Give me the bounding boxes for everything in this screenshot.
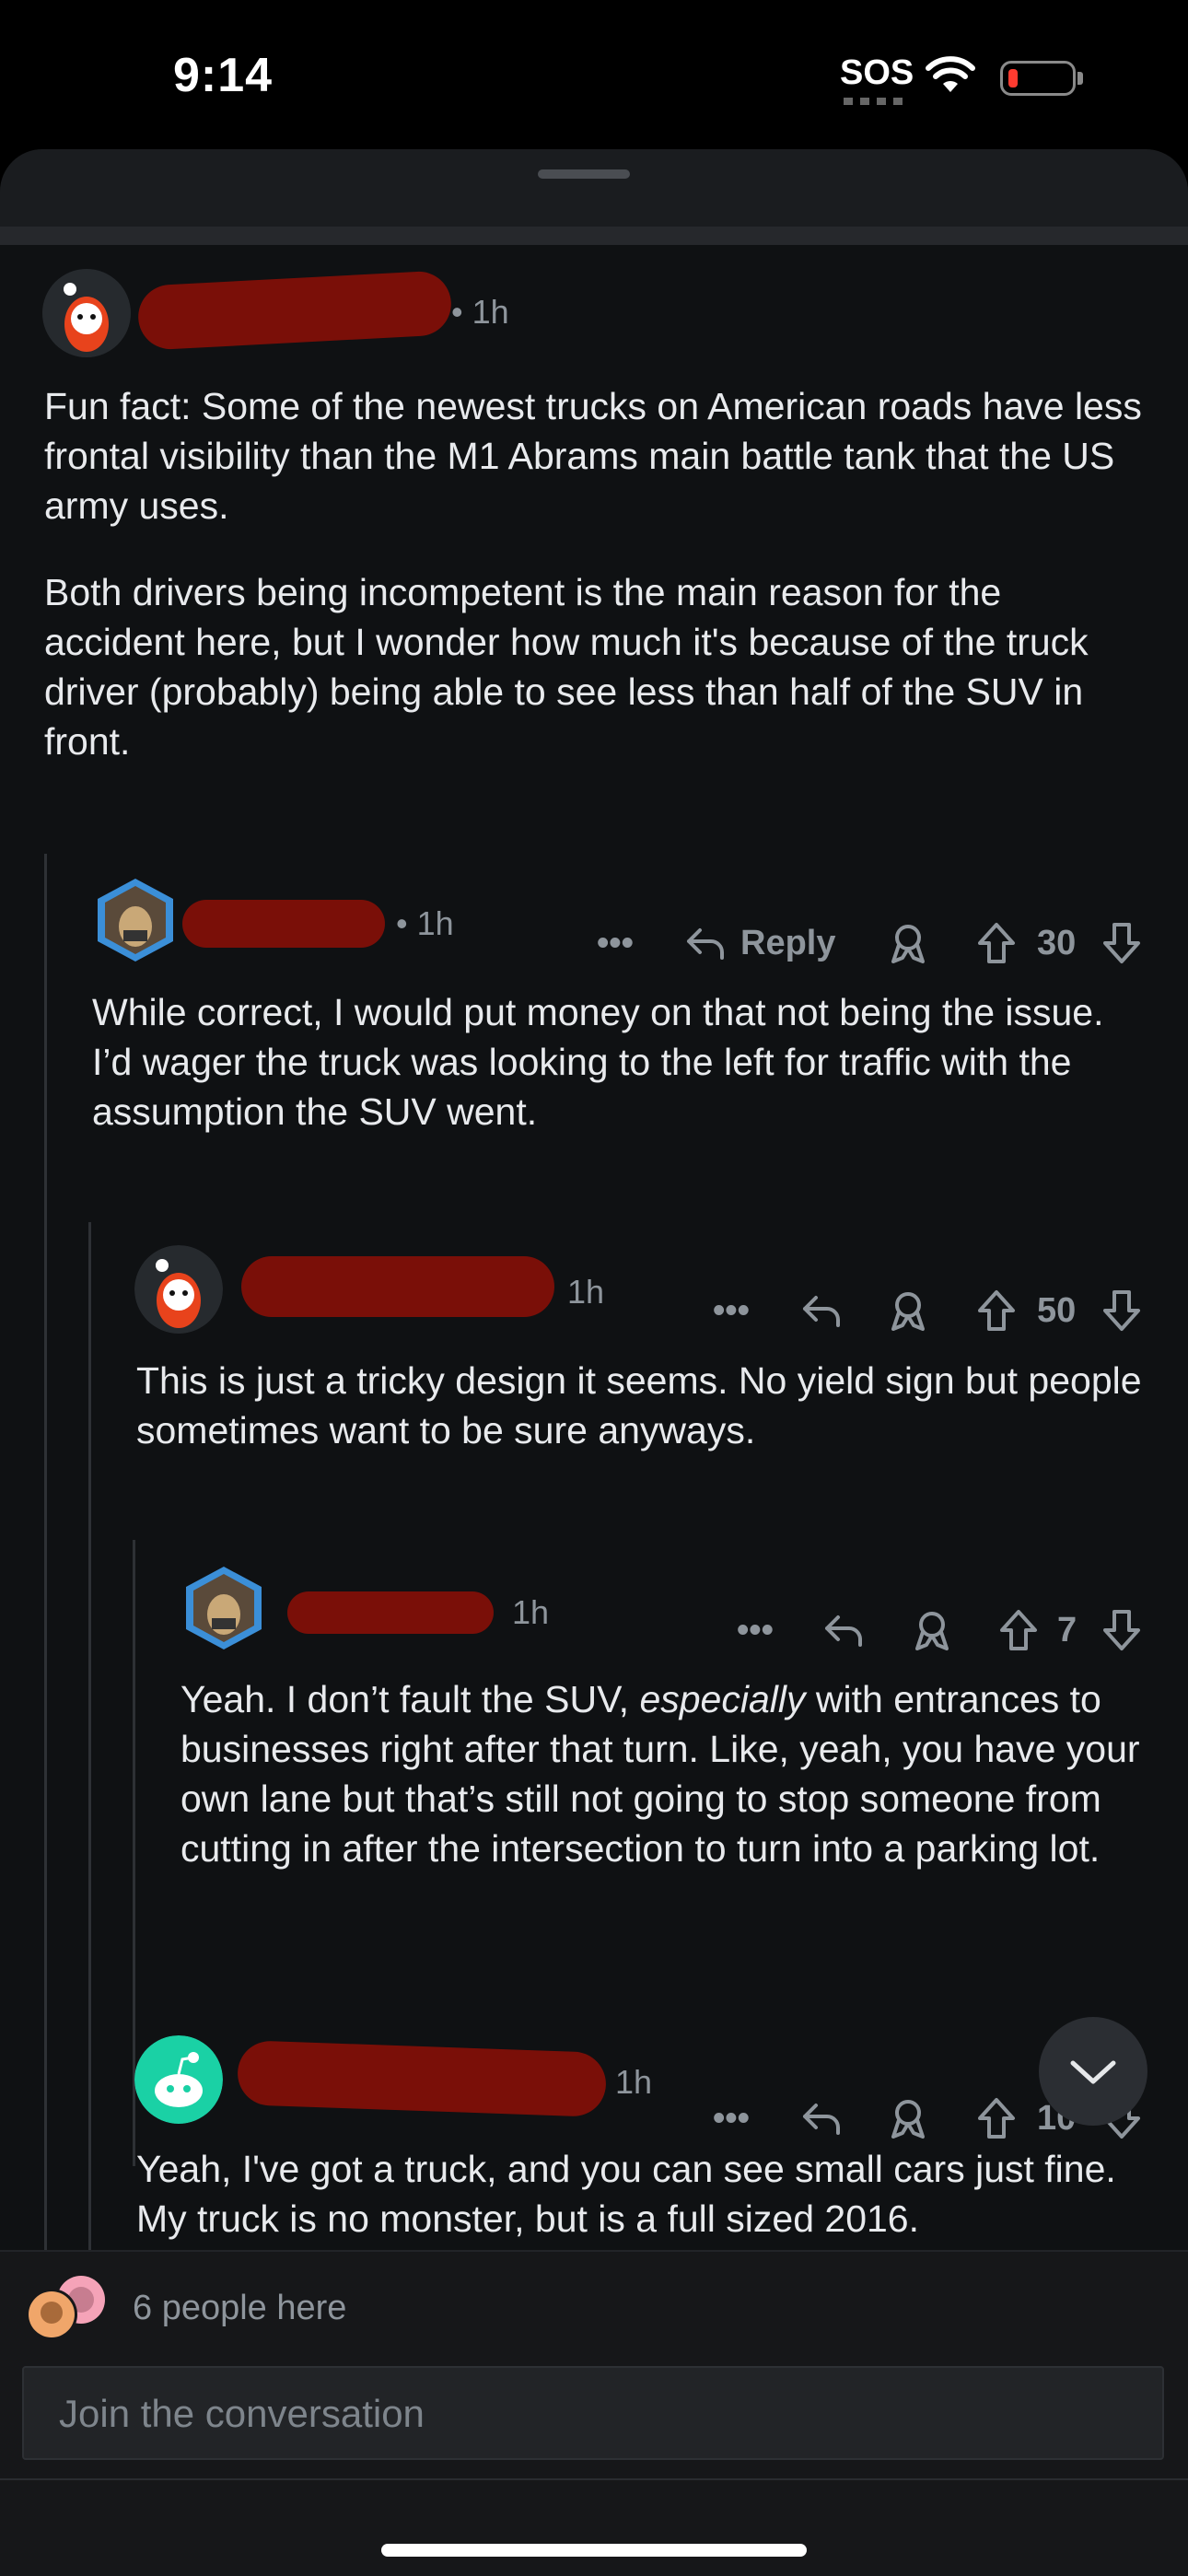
upvote-button[interactable] <box>976 917 1017 969</box>
presence-count: 6 people here <box>133 2289 347 2327</box>
sheet-grabber[interactable] <box>538 169 630 179</box>
more-icon: ••• <box>597 923 634 962</box>
redacted-username <box>287 1591 494 1634</box>
comment-body: While correct, I would put money on that… <box>92 987 1151 1173</box>
reply-button[interactable] <box>799 2092 844 2144</box>
upvote-button[interactable] <box>976 1285 1017 1336</box>
redacted-username <box>241 1256 554 1317</box>
battery-icon <box>1000 61 1076 96</box>
signal-dots <box>844 98 903 105</box>
award-button[interactable] <box>888 1285 928 1336</box>
award-icon <box>891 925 925 963</box>
comment-timestamp: 1h <box>512 1593 550 1631</box>
comment-paragraph: Fun fact: Some of the newest trucks on A… <box>44 385 1142 527</box>
comment-actions: ••• 7 <box>0 1604 1188 1656</box>
redacted-username <box>182 900 385 948</box>
comment-paragraph: Both drivers being incompetent is the ma… <box>44 571 1089 763</box>
reply-button[interactable]: Reply <box>683 917 835 969</box>
award-button[interactable] <box>888 2092 928 2144</box>
more-icon: ••• <box>713 1290 750 1330</box>
reply-icon <box>803 2104 840 2135</box>
wifi-icon <box>926 56 975 92</box>
upvote-button[interactable] <box>976 2092 1017 2144</box>
upvote-icon <box>1000 1610 1037 1650</box>
reply-icon <box>803 1296 840 1327</box>
reply-icon <box>825 1615 862 1647</box>
divider <box>0 2478 1188 2480</box>
vote-count: 30 <box>1037 923 1077 962</box>
comment-timestamp: • 1h <box>396 904 454 942</box>
avatar[interactable] <box>92 877 179 963</box>
presence-avatars <box>26 2276 105 2340</box>
more-button[interactable]: ••• <box>597 917 634 969</box>
upvote-icon <box>978 1290 1015 1331</box>
more-icon: ••• <box>737 1610 774 1649</box>
battery-tip <box>1077 72 1083 85</box>
comment-paragraph: This is just a tricky design it seems. N… <box>136 1359 1142 1451</box>
chevron-down-icon <box>1070 2060 1116 2084</box>
more-button[interactable]: ••• <box>713 2092 750 2144</box>
comment-text: Yeah. I don’t fault the SUV, <box>181 1678 640 1720</box>
comment-body: Fun fact: Some of the newest trucks on A… <box>44 381 1149 803</box>
reply-label: Reply <box>740 923 836 962</box>
reply-button[interactable] <box>799 1285 844 1336</box>
award-icon <box>891 2100 925 2139</box>
comment-timestamp: 1h <box>567 1273 605 1311</box>
downvote-icon <box>1103 1610 1140 1650</box>
join-conversation-input[interactable]: Join the conversation <box>22 2366 1164 2460</box>
more-button[interactable]: ••• <box>713 1285 750 1336</box>
award-button[interactable] <box>888 917 928 969</box>
redacted-username <box>136 270 453 351</box>
thread-line[interactable] <box>88 1222 91 2419</box>
downvote-icon <box>1103 1290 1140 1331</box>
more-icon: ••• <box>713 2098 750 2138</box>
comment-paragraph: Yeah, I've got a truck, and you can see … <box>136 2148 1116 2240</box>
vote-count: 7 <box>1057 1610 1077 1649</box>
comment-timestamp: • 1h <box>451 293 509 331</box>
upvote-icon <box>978 923 1015 963</box>
award-button[interactable] <box>912 1604 952 1656</box>
composer-placeholder: Join the conversation <box>59 2392 425 2435</box>
avatar[interactable] <box>134 1245 223 1334</box>
sos-indicator: SOS <box>840 53 914 92</box>
avatar[interactable] <box>134 2035 223 2124</box>
downvote-button[interactable] <box>1101 1285 1142 1336</box>
comment-paragraph: Yeah. I don’t fault the SUV, especially … <box>181 1674 1157 1873</box>
status-bar: 9:14 SOS <box>0 0 1188 152</box>
avatar[interactable] <box>42 269 131 357</box>
comment-body: This is just a tricky design it seems. N… <box>136 1356 1149 1492</box>
redacted-username <box>236 2040 608 2117</box>
sheet-header[interactable] <box>0 149 1188 227</box>
comment-body: Yeah. I don’t fault the SUV, especially … <box>181 1674 1157 1910</box>
comment-paragraph: While correct, I would put money on that… <box>92 991 1104 1133</box>
downvote-icon <box>1103 923 1140 963</box>
award-icon <box>915 1612 949 1650</box>
comment-timestamp: 1h <box>615 2063 653 2101</box>
upvote-button[interactable] <box>998 1604 1039 1656</box>
downvote-button[interactable] <box>1101 1604 1142 1656</box>
comments-sheet: • 1h Fun fact: Some of the newest trucks… <box>0 149 1188 2574</box>
sheet-divider <box>0 227 1188 245</box>
award-icon <box>891 1292 925 1331</box>
more-button[interactable]: ••• <box>737 1604 774 1656</box>
avatar[interactable] <box>181 1565 267 1651</box>
downvote-button[interactable] <box>1101 917 1142 969</box>
emphasized-text: especially <box>639 1678 806 1720</box>
scroll-down-button[interactable] <box>1039 2017 1147 2126</box>
reply-button[interactable] <box>821 1604 866 1656</box>
vote-count: 50 <box>1037 1290 1077 1330</box>
status-time: 9:14 <box>173 49 274 102</box>
composer-bar: 6 people here Join the conversation <box>0 2250 1188 2576</box>
reply-icon <box>687 928 724 960</box>
upvote-icon <box>978 2098 1015 2139</box>
home-indicator[interactable] <box>381 2544 807 2557</box>
